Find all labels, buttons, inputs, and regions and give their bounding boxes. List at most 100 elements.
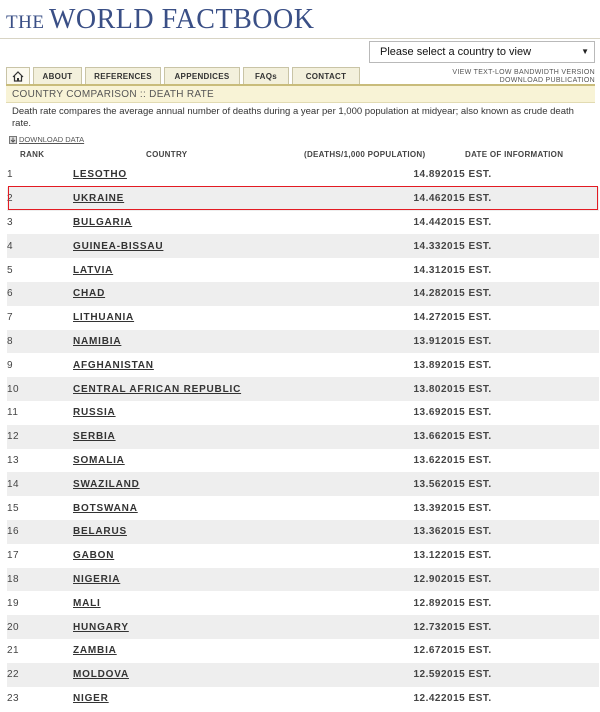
country-cell: BOTSWANA bbox=[73, 496, 313, 520]
date-cell: 2015 EST. bbox=[441, 472, 599, 497]
header-divider bbox=[0, 38, 600, 39]
header-country[interactable]: COUNTRY bbox=[146, 150, 187, 159]
date-cell: 2015 EST. bbox=[441, 186, 599, 211]
rank-cell: 3 bbox=[7, 216, 14, 228]
date-cell: 2015 EST. bbox=[441, 281, 599, 306]
site-logo[interactable]: THE WORLD FACTBOOK bbox=[6, 4, 314, 36]
rank-cell: 1 bbox=[7, 169, 14, 181]
value-cell: 13.39 bbox=[413, 502, 441, 514]
country-link[interactable]: SERBIA bbox=[73, 431, 116, 442]
country-link[interactable]: SOMALIA bbox=[73, 455, 125, 466]
date-cell: 2015 EST. bbox=[441, 264, 492, 276]
date-cell: 2015 EST. bbox=[441, 234, 599, 259]
date-cell: 2015 EST. bbox=[441, 519, 599, 544]
table-row: 8 NAMIBIA 13.91 2015 EST. bbox=[7, 329, 599, 354]
date-cell: 2015 EST. bbox=[441, 407, 492, 419]
country-link[interactable]: LATVIA bbox=[73, 265, 113, 276]
date-cell: 2015 EST. bbox=[441, 645, 492, 657]
date-cell: 2015 EST. bbox=[441, 597, 492, 609]
logo-the: THE bbox=[6, 12, 45, 33]
country-link[interactable]: AFGHANISTAN bbox=[73, 360, 154, 371]
country-link[interactable]: BULGARIA bbox=[73, 217, 132, 228]
tab-appendices[interactable]: APPENDICES bbox=[164, 67, 240, 84]
country-link[interactable]: SWAZILAND bbox=[73, 479, 140, 490]
rank-cell: 11 bbox=[7, 407, 19, 419]
country-link[interactable]: GABON bbox=[73, 550, 114, 561]
text-version-link[interactable]: VIEW TEXT-LOW BANDWIDTH VERSION bbox=[452, 69, 595, 77]
tab-references[interactable]: REFERENCES bbox=[85, 67, 161, 84]
country-select[interactable]: Please select a country to view ▼ bbox=[369, 41, 595, 63]
rank-cell: 21 bbox=[7, 645, 20, 657]
value-cell: 13.89 bbox=[413, 359, 441, 371]
table-row: 20 HUNGARY 12.73 2015 EST. bbox=[7, 615, 599, 639]
country-link[interactable]: UKRAINE bbox=[73, 193, 124, 204]
country-cell: HUNGARY bbox=[73, 615, 313, 639]
download-data-label: DOWNLOAD DATA bbox=[19, 135, 85, 144]
table-row: 9 AFGHANISTAN 13.89 2015 EST. bbox=[7, 353, 599, 377]
country-link[interactable]: NIGER bbox=[73, 693, 109, 704]
country-link[interactable]: NAMIBIA bbox=[73, 336, 121, 347]
value-cell: 13.66 bbox=[313, 424, 441, 449]
value-cell: 12.73 bbox=[313, 615, 441, 639]
header-rank[interactable]: RANK bbox=[20, 150, 44, 159]
country-link[interactable]: LITHUANIA bbox=[73, 312, 134, 323]
rank-cell: 13 bbox=[7, 454, 20, 466]
country-link[interactable]: CHAD bbox=[73, 288, 105, 299]
country-link[interactable]: MALI bbox=[73, 598, 101, 609]
rank-cell: 9 bbox=[7, 359, 14, 371]
rank-cell: 16 bbox=[7, 519, 73, 544]
table-row: 21 ZAMBIA 12.67 2015 EST. bbox=[7, 639, 599, 663]
tab-home[interactable] bbox=[6, 67, 30, 84]
country-link[interactable]: LESOTHO bbox=[73, 169, 127, 180]
header-value[interactable]: (DEATHS/1,000 POPULATION) bbox=[304, 150, 425, 159]
country-link[interactable]: HUNGARY bbox=[73, 622, 129, 633]
rank-cell: 6 bbox=[7, 281, 73, 306]
value-cell: 13.56 bbox=[313, 472, 441, 497]
country-cell: BULGARIA bbox=[73, 211, 313, 235]
table-row: 4 GUINEA-BISSAU 14.33 2015 EST. bbox=[7, 234, 599, 259]
value-cell: 13.36 bbox=[313, 519, 441, 544]
tab-about[interactable]: ABOUT bbox=[33, 67, 82, 84]
value-cell: 14.89 bbox=[413, 169, 441, 181]
table-row: 3 BULGARIA 14.44 2015 EST. bbox=[7, 211, 599, 235]
table-row: 16 BELARUS 13.36 2015 EST. bbox=[7, 519, 599, 544]
country-link[interactable]: RUSSIA bbox=[73, 407, 116, 418]
header-date[interactable]: DATE OF INFORMATION bbox=[465, 150, 563, 159]
rank-cell: 22 bbox=[7, 662, 73, 687]
country-cell: MOLDOVA bbox=[73, 662, 313, 687]
date-cell: 2015 EST. bbox=[441, 329, 599, 354]
date-cell: 2015 EST. bbox=[441, 377, 599, 401]
rank-cell: 2 bbox=[7, 186, 73, 211]
table-row: 15 BOTSWANA 13.39 2015 EST. bbox=[7, 496, 599, 520]
rank-cell: 12 bbox=[7, 424, 73, 449]
table-row: 7 LITHUANIA 14.27 2015 EST. bbox=[7, 306, 599, 330]
date-cell: 2015 EST. bbox=[441, 502, 492, 514]
date-cell: 2015 EST. bbox=[441, 216, 492, 228]
value-cell: 12.42 bbox=[413, 692, 441, 704]
value-cell: 13.69 bbox=[413, 407, 441, 419]
table-row: 1 LESOTHO 14.89 2015 EST. bbox=[7, 163, 599, 187]
value-cell: 14.27 bbox=[413, 312, 441, 324]
country-link[interactable]: NIGERIA bbox=[73, 574, 120, 585]
country-link[interactable]: MOLDOVA bbox=[73, 669, 129, 680]
table-row: 17 GABON 13.12 2015 EST. bbox=[7, 544, 599, 568]
main-nav: ABOUT REFERENCES APPENDICES FAQs CONTACT bbox=[6, 67, 363, 84]
country-link[interactable]: BOTSWANA bbox=[73, 503, 138, 514]
date-cell: 2015 EST. bbox=[441, 662, 599, 687]
tab-faqs[interactable]: FAQs bbox=[243, 67, 289, 84]
country-cell: NAMIBIA bbox=[73, 329, 313, 354]
value-cell: 13.80 bbox=[313, 377, 441, 401]
country-link[interactable]: GUINEA-BISSAU bbox=[73, 241, 163, 252]
country-cell: SWAZILAND bbox=[73, 472, 313, 497]
country-cell: GABON bbox=[73, 544, 313, 568]
table-row: 13 SOMALIA 13.62 2015 EST. bbox=[7, 449, 599, 473]
date-cell: 2015 EST. bbox=[441, 615, 599, 639]
country-link[interactable]: BELARUS bbox=[73, 526, 127, 537]
value-cell: 12.67 bbox=[413, 645, 441, 657]
value-cell: 12.89 bbox=[413, 597, 441, 609]
date-cell: 2015 EST. bbox=[441, 312, 492, 324]
country-link[interactable]: CENTRAL AFRICAN REPUBLIC bbox=[73, 384, 241, 395]
country-link[interactable]: ZAMBIA bbox=[73, 645, 117, 656]
tab-contact[interactable]: CONTACT bbox=[292, 67, 360, 84]
download-data-link[interactable]: DOWNLOAD DATA bbox=[9, 135, 84, 144]
